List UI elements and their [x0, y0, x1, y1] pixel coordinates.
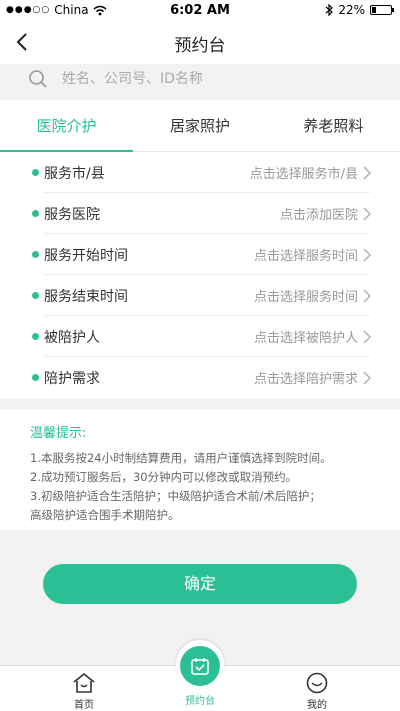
row-value: 点击选择被陪护人 — [253, 331, 358, 346]
calendar-check-icon — [191, 658, 209, 675]
chevron-right-icon — [363, 371, 371, 385]
battery-fill — [372, 7, 376, 13]
bullet-dot — [32, 374, 39, 381]
tab-booking[interactable]: 预约台 — [160, 690, 240, 707]
status-right: 22% — [325, 3, 394, 17]
search-input[interactable] — [62, 71, 362, 87]
row-value: 点击选择陪护需求 — [253, 372, 358, 387]
tab-label: 我的 — [307, 700, 327, 711]
row-label: 陪护需求 — [44, 371, 100, 387]
confirm-button[interactable]: 确定 — [43, 564, 357, 604]
tips-line: 2.成功预订服务后，30分钟内可以修改或取消预约。 — [30, 470, 298, 484]
battery-icon — [370, 5, 394, 15]
home-icon — [73, 672, 95, 693]
row-label: 服务结束时间 — [44, 289, 128, 305]
row-label: 服务市/县 — [44, 166, 105, 182]
row-value: 点击添加医院 — [279, 208, 358, 223]
page-title: 预约台 — [174, 36, 226, 56]
bullet-dot — [32, 333, 39, 340]
service-tabs: 医院介护 居家照护 养老照料 — [0, 100, 400, 152]
tab-home-care[interactable]: 居家照护 — [133, 100, 266, 151]
battery-percent: 22% — [338, 3, 365, 17]
chevron-right-icon — [363, 207, 371, 221]
bluetooth-icon — [325, 4, 334, 16]
bullet-dot — [32, 169, 39, 176]
row-value: 点击选择服务时间 — [253, 249, 358, 264]
bullet-dot — [32, 210, 39, 217]
nav-bar: 预约台 — [0, 20, 400, 64]
booking-center-button[interactable] — [180, 646, 220, 686]
row-value: 点击选择服务市/县 — [249, 167, 358, 182]
status-bar: ●●●○○ China 6:02 AM 22% — [0, 0, 400, 20]
chevron-right-icon — [363, 330, 371, 344]
tab-home[interactable]: 首页 — [44, 672, 124, 711]
form-row-city[interactable]: 服务市/县 点击选择服务市/县 — [0, 152, 400, 193]
form-row-hospital[interactable]: 服务医院 点击添加医院 — [0, 193, 400, 234]
chevron-right-icon — [363, 166, 371, 180]
row-label: 服务开始时间 — [44, 248, 128, 264]
bullet-dot — [32, 292, 39, 299]
search-icon — [29, 70, 47, 88]
row-label: 服务医院 — [44, 207, 100, 223]
tips-line: 高级陪护适合围手术期陪护。 — [30, 508, 180, 522]
chevron-right-icon — [363, 248, 371, 262]
form-row-care-needs[interactable]: 陪护需求 点击选择陪护需求 — [0, 357, 400, 398]
row-label: 被陪护人 — [44, 330, 100, 346]
booking-form: 服务市/县 点击选择服务市/县 服务医院 点击添加医院 服务开始时间 点击选择服… — [0, 152, 400, 398]
tab-hospital-care[interactable]: 医院介护 — [0, 100, 134, 152]
search-area — [0, 64, 400, 94]
tips-title: 温馨提示: — [30, 426, 87, 441]
tips-line: 1.本服务按24小时制结算费用，请用户谨慎选择到院时间。 — [30, 451, 332, 465]
tab-elderly-care[interactable]: 养老照料 — [267, 100, 400, 151]
tips-line: 3.初级陪护适合生活陪护；中级陪护适合术前/术后陪护； — [30, 489, 321, 503]
smiley-icon — [306, 672, 328, 694]
chevron-right-icon — [363, 289, 371, 303]
tab-label: 首页 — [74, 700, 94, 711]
form-row-start-time[interactable]: 服务开始时间 点击选择服务时间 — [0, 234, 400, 275]
search-box[interactable] — [0, 64, 400, 94]
form-row-patient[interactable]: 被陪护人 点击选择被陪护人 — [0, 316, 400, 357]
tips-panel: 温馨提示: 1.本服务按24小时制结算费用，请用户谨慎选择到院时间。 2.成功预… — [0, 410, 400, 530]
row-value: 点击选择服务时间 — [253, 290, 358, 305]
tab-profile[interactable]: 我的 — [277, 672, 357, 711]
tab-label: 预约台 — [185, 696, 215, 707]
form-row-end-time[interactable]: 服务结束时间 点击选择服务时间 — [0, 275, 400, 316]
bullet-dot — [32, 251, 39, 258]
